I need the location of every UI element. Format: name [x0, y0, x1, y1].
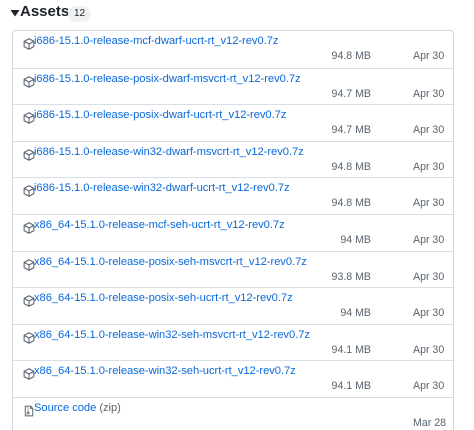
asset-row: x86_64-15.1.0-release-win32-seh-ucrt-rt_… — [13, 360, 453, 397]
asset-date: Apr 30 — [413, 87, 445, 100]
asset-date: Apr 30 — [413, 50, 445, 62]
asset-download-link[interactable]: x86_64-15.1.0-release-win32-seh-msvcrt-r… — [34, 329, 310, 341]
asset-row: i686-15.1.0-release-mcf-dwarf-ucrt-rt_v1… — [13, 31, 453, 68]
source-code-row: Source code (zip) Mar 28 — [13, 397, 453, 430]
asset-row: x86_64-15.1.0-release-win32-seh-msvcrt-r… — [13, 323, 453, 361]
source-code-format: (zip) — [99, 402, 121, 414]
source-code-date: Mar 28 — [413, 417, 446, 429]
asset-date: Apr 30 — [413, 197, 445, 210]
asset-size: 94.7 MB — [331, 124, 371, 137]
asset-row: x86_64-15.1.0-release-posix-seh-msvcrt-r… — [13, 250, 453, 288]
asset-size: 94.1 MB — [331, 343, 371, 356]
asset-date: Apr 30 — [413, 124, 445, 137]
asset-row: x86_64-15.1.0-release-mcf-seh-ucrt-rt_v1… — [13, 214, 453, 251]
asset-size: 93.8 MB — [331, 270, 371, 283]
asset-download-link[interactable]: i686-15.1.0-release-posix-dwarf-msvcrt-r… — [34, 73, 301, 85]
asset-size: 94.8 MB — [331, 50, 371, 62]
asset-row: i686-15.1.0-release-posix-dwarf-msvcrt-r… — [13, 67, 453, 105]
source-code-label: Source code — [34, 402, 97, 414]
asset-download-link[interactable]: i686-15.1.0-release-posix-dwarf-ucrt-rt_… — [34, 109, 286, 121]
asset-date: Apr 30 — [413, 343, 445, 356]
asset-date: Apr 30 — [413, 307, 445, 320]
assets-list: i686-15.1.0-release-mcf-dwarf-ucrt-rt_v1… — [12, 30, 454, 430]
asset-date: Apr 30 — [413, 380, 445, 393]
asset-download-link[interactable]: x86_64-15.1.0-release-mcf-seh-ucrt-rt_v1… — [34, 219, 285, 231]
asset-size: 94.1 MB — [331, 380, 371, 393]
triangle-down-icon — [10, 10, 20, 17]
asset-download-link[interactable]: x86_64-15.1.0-release-win32-seh-ucrt-rt_… — [34, 365, 296, 377]
asset-date: Apr 30 — [413, 270, 445, 283]
asset-size: 94 MB — [340, 234, 371, 246]
asset-download-link[interactable]: i686-15.1.0-release-mcf-dwarf-ucrt-rt_v1… — [34, 35, 278, 47]
asset-download-link[interactable]: i686-15.1.0-release-win32-dwarf-msvcrt-r… — [34, 146, 304, 158]
asset-size: 94.8 MB — [331, 197, 371, 210]
asset-size: 94.8 MB — [331, 160, 371, 173]
asset-download-link[interactable]: i686-15.1.0-release-win32-dwarf-ucrt-rt_… — [34, 182, 290, 194]
asset-size: 94 MB — [340, 307, 371, 320]
asset-date: Apr 30 — [413, 234, 445, 246]
asset-row: i686-15.1.0-release-posix-dwarf-ucrt-rt_… — [13, 104, 453, 141]
asset-row: x86_64-15.1.0-release-posix-seh-ucrt-rt_… — [13, 287, 453, 324]
assets-count-badge: 12 — [68, 6, 92, 22]
asset-download-link[interactable]: x86_64-15.1.0-release-posix-seh-ucrt-rt_… — [34, 292, 293, 304]
asset-download-link[interactable]: x86_64-15.1.0-release-posix-seh-msvcrt-r… — [34, 256, 307, 268]
assets-header[interactable]: Assets 12 — [0, 0, 474, 30]
asset-row: i686-15.1.0-release-win32-dwarf-msvcrt-r… — [13, 140, 453, 178]
asset-size: 94.7 MB — [331, 87, 371, 100]
assets-title: Assets — [20, 3, 70, 20]
source-code-zip-link[interactable]: Source code (zip) — [34, 402, 121, 414]
asset-row: i686-15.1.0-release-win32-dwarf-ucrt-rt_… — [13, 177, 453, 214]
asset-date: Apr 30 — [413, 160, 445, 173]
